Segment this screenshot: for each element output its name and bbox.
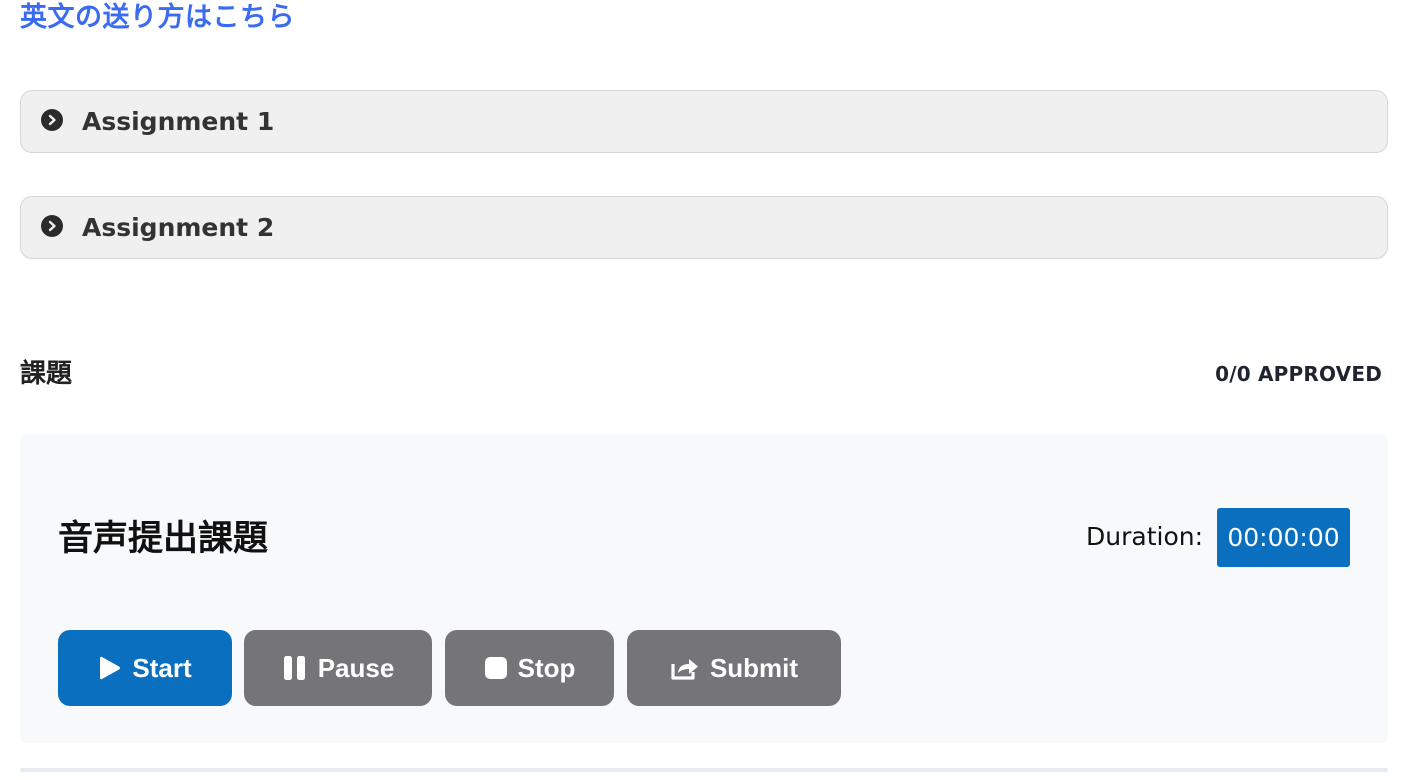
share-icon bbox=[670, 655, 700, 681]
stop-icon bbox=[484, 656, 508, 680]
section-title: 課題 bbox=[20, 359, 73, 389]
start-label: Start bbox=[132, 652, 192, 683]
duration-label: Duration: bbox=[1086, 522, 1204, 551]
pause-label: Pause bbox=[317, 652, 395, 683]
divider bbox=[20, 768, 1388, 772]
chevron-right-circle-icon bbox=[41, 109, 63, 131]
submit-button[interactable]: Submit bbox=[627, 630, 841, 706]
english-submission-help-link[interactable]: 英文の送り方はこちら bbox=[20, 0, 295, 36]
start-button[interactable]: Start bbox=[58, 630, 232, 706]
pause-button[interactable]: Pause bbox=[244, 630, 432, 706]
stop-label: Stop bbox=[517, 652, 576, 683]
accordion-label: Assignment 1 bbox=[82, 107, 275, 136]
accordion-label: Assignment 2 bbox=[82, 213, 275, 242]
audio-task-card: 音声提出課題 Duration: 00:00:00 Start Pause St… bbox=[20, 434, 1388, 743]
page: 英文の送り方はこちら Assignment 1 Assignment 2 課題 … bbox=[0, 0, 1410, 780]
task-title: 音声提出課題 bbox=[58, 519, 269, 559]
play-icon bbox=[98, 655, 122, 681]
accordion-assignment-1[interactable]: Assignment 1 bbox=[20, 90, 1388, 153]
duration-value: 00:00:00 bbox=[1217, 508, 1350, 567]
approved-status: 0/0 APPROVED bbox=[1215, 362, 1382, 386]
stop-button[interactable]: Stop bbox=[445, 630, 614, 706]
accordion-assignment-2[interactable]: Assignment 2 bbox=[20, 196, 1388, 259]
submit-label: Submit bbox=[709, 652, 799, 683]
chevron-right-circle-icon bbox=[41, 215, 63, 237]
pause-icon bbox=[282, 655, 308, 681]
